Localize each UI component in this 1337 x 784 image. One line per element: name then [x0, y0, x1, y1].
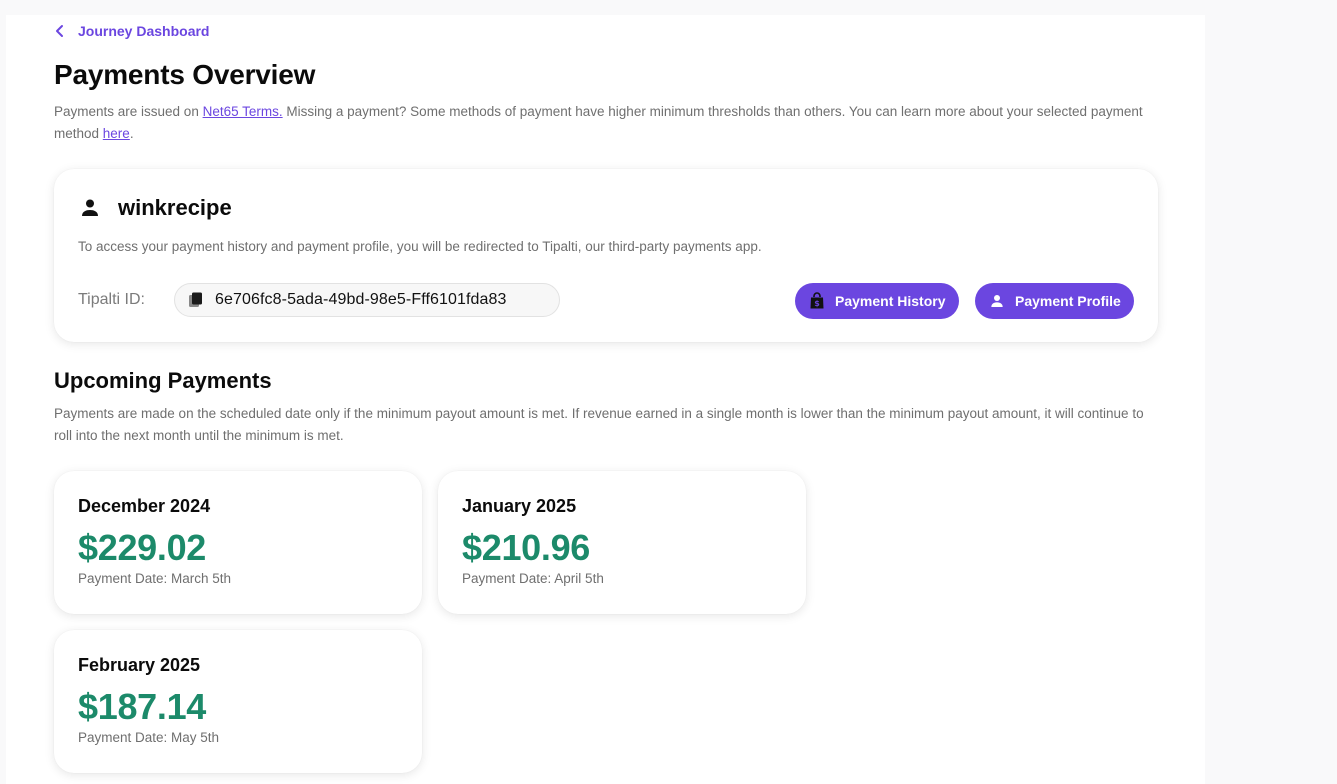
- net65-terms-link[interactable]: Net65 Terms.: [203, 104, 283, 119]
- upcoming-payments-title: Upcoming Payments: [54, 368, 272, 393]
- tipalti-id-value: 6e706fc8-5ada-49bd-98e5-Fff6101fda83: [215, 291, 507, 308]
- payment-profile-label: Payment Profile: [1015, 293, 1121, 309]
- payment-date: Payment Date: April 5th: [462, 571, 604, 586]
- breadcrumb-label: Journey Dashboard: [78, 23, 210, 39]
- payment-month: December 2024: [78, 496, 211, 516]
- payment-card-february-2025: February 2025 $187.14 Payment Date: May …: [54, 630, 422, 773]
- person-icon: [82, 199, 98, 216]
- payment-card-january-2025: January 2025 $210.96 Payment Date: April…: [438, 471, 806, 614]
- page-title: Payments Overview: [54, 59, 316, 90]
- tipalti-id-copy-field[interactable]: 6e706fc8-5ada-49bd-98e5-Fff6101fda83: [174, 283, 560, 317]
- tipalti-id-label: Tipalti ID:: [78, 291, 145, 308]
- chevron-left-icon: [56, 25, 63, 37]
- payment-amount: $229.02: [78, 527, 207, 568]
- payment-profile-button[interactable]: Payment Profile: [975, 283, 1134, 319]
- payment-history-button[interactable]: $ Payment History: [795, 283, 959, 319]
- payment-amount: $210.96: [462, 527, 591, 568]
- intro-text: Payments are issued on Net65 Terms. Miss…: [54, 101, 1154, 145]
- shopping-bag-dollar-icon: $: [810, 292, 824, 309]
- breadcrumb-back-link[interactable]: Journey Dashboard: [54, 23, 209, 39]
- redirect-note: To access your payment history and payme…: [78, 239, 762, 254]
- payment-card-december-2024: December 2024 $229.02 Payment Date: Marc…: [54, 471, 422, 614]
- intro-text-part-3: .: [129, 126, 134, 141]
- page-container: Journey Dashboard Payments Overview Paym…: [6, 15, 1205, 784]
- user-payment-card: winkrecipe To access your payment histor…: [54, 169, 1158, 342]
- user-row: winkrecipe: [78, 195, 232, 221]
- svg-text:$: $: [814, 299, 820, 308]
- payment-month: January 2025: [462, 496, 577, 516]
- upcoming-payments-description: Payments are made on the scheduled date …: [54, 406, 1144, 443]
- payment-amount: $187.14: [78, 686, 207, 727]
- username: winkrecipe: [118, 195, 232, 220]
- payment-date: Payment Date: March 5th: [78, 571, 232, 586]
- copy-icon[interactable]: [187, 291, 205, 309]
- here-link[interactable]: here: [103, 126, 130, 141]
- payment-history-label: Payment History: [835, 293, 946, 309]
- payment-month: February 2025: [78, 655, 201, 675]
- intro-text-part-1: Payments are issued on: [54, 104, 203, 119]
- person-icon: [991, 295, 1003, 307]
- payment-date: Payment Date: May 5th: [78, 730, 220, 745]
